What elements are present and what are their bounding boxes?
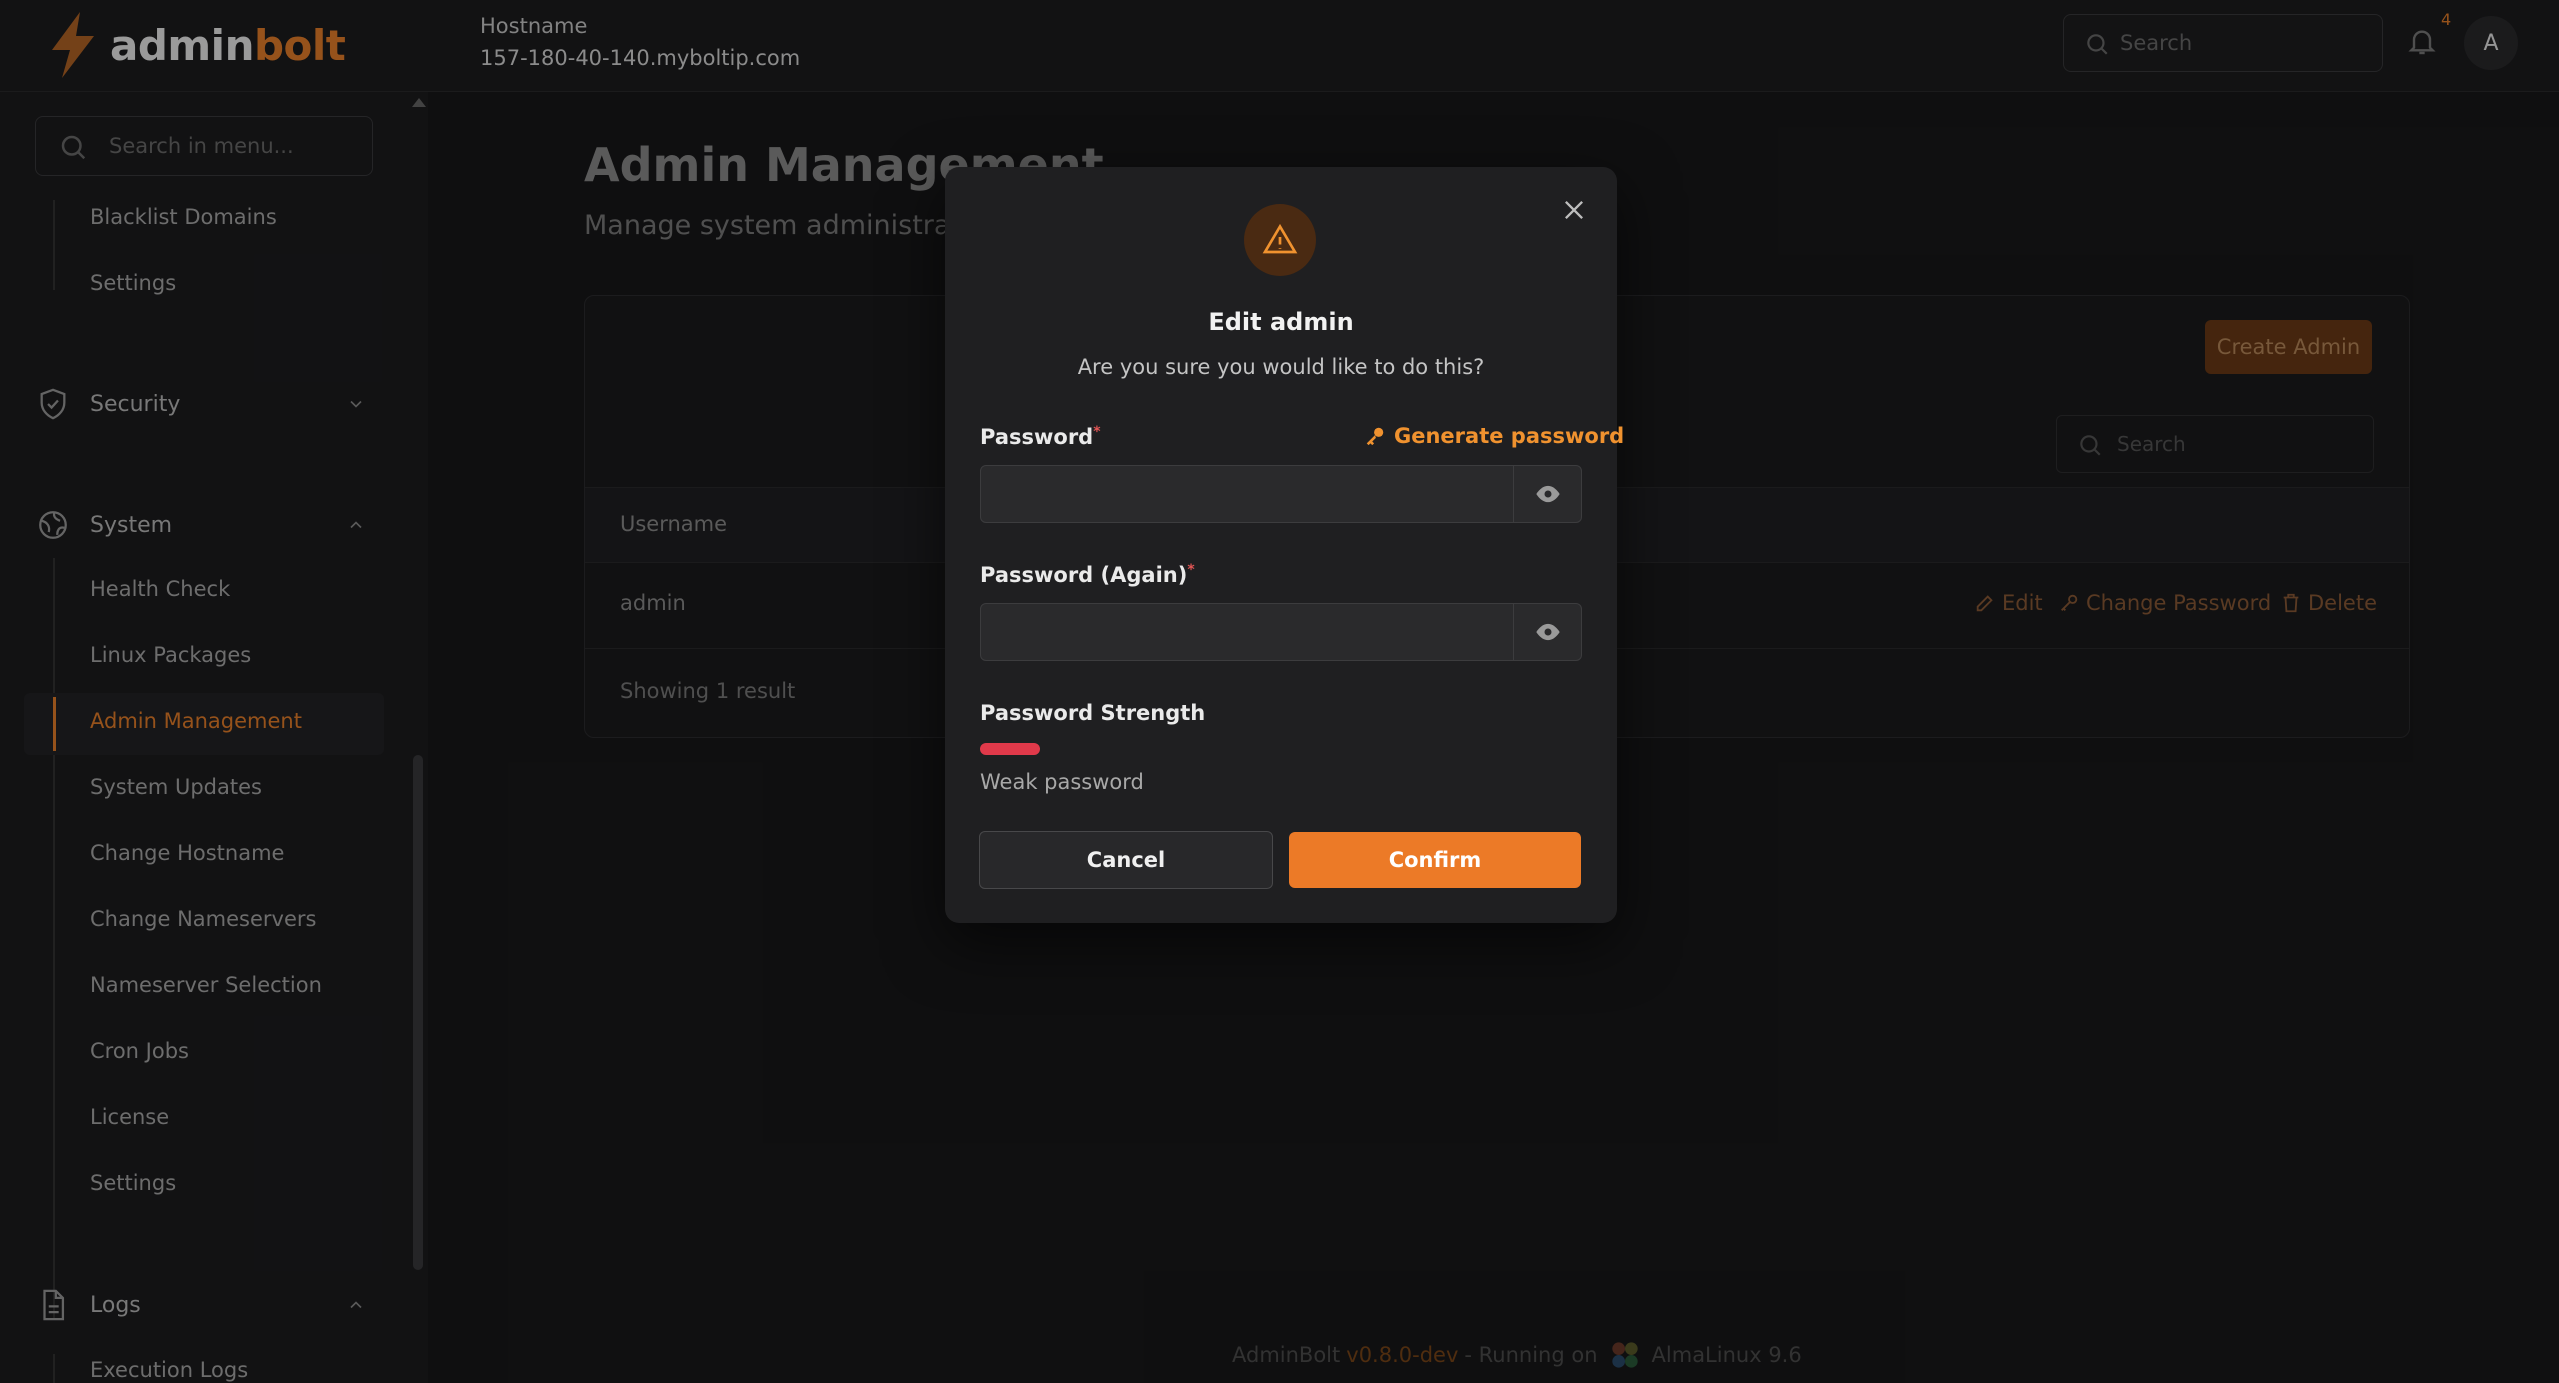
edit-admin-modal xyxy=(945,167,1617,923)
warning-icon xyxy=(1262,223,1298,254)
password-input[interactable] xyxy=(981,466,1515,522)
confirm-button[interactable]: Confirm xyxy=(1289,832,1581,888)
eye-icon xyxy=(1535,485,1560,503)
show-password-toggle[interactable] xyxy=(1513,466,1581,522)
password-label-text: Password xyxy=(980,425,1094,449)
password-again-field[interactable] xyxy=(980,603,1582,661)
password-field[interactable] xyxy=(980,465,1582,523)
password-strength-bar xyxy=(980,743,1040,755)
modal-description: Are you sure you would like to do this? xyxy=(1077,355,1485,379)
generate-password-link[interactable]: Generate password xyxy=(1364,424,1624,448)
password-again-label-text: Password (Again) xyxy=(980,563,1188,587)
eye-icon xyxy=(1535,623,1560,641)
password-again-label: Password (Again)* xyxy=(980,562,1195,587)
close-icon[interactable] xyxy=(1560,196,1588,228)
required-marker: * xyxy=(1093,424,1101,440)
modal-title: Edit admin xyxy=(1208,308,1354,336)
generate-password-label: Generate password xyxy=(1394,424,1625,448)
password-strength-label: Password Strength xyxy=(980,701,1206,725)
password-again-input[interactable] xyxy=(981,604,1515,660)
warning-icon-circle xyxy=(1244,204,1316,276)
key-icon xyxy=(1366,427,1384,446)
cancel-button[interactable]: Cancel xyxy=(979,831,1273,889)
required-marker: * xyxy=(1187,562,1195,578)
show-password-again-toggle[interactable] xyxy=(1513,604,1581,660)
password-strength-value: Weak password xyxy=(980,770,1144,794)
password-label: Password* xyxy=(980,424,1101,449)
